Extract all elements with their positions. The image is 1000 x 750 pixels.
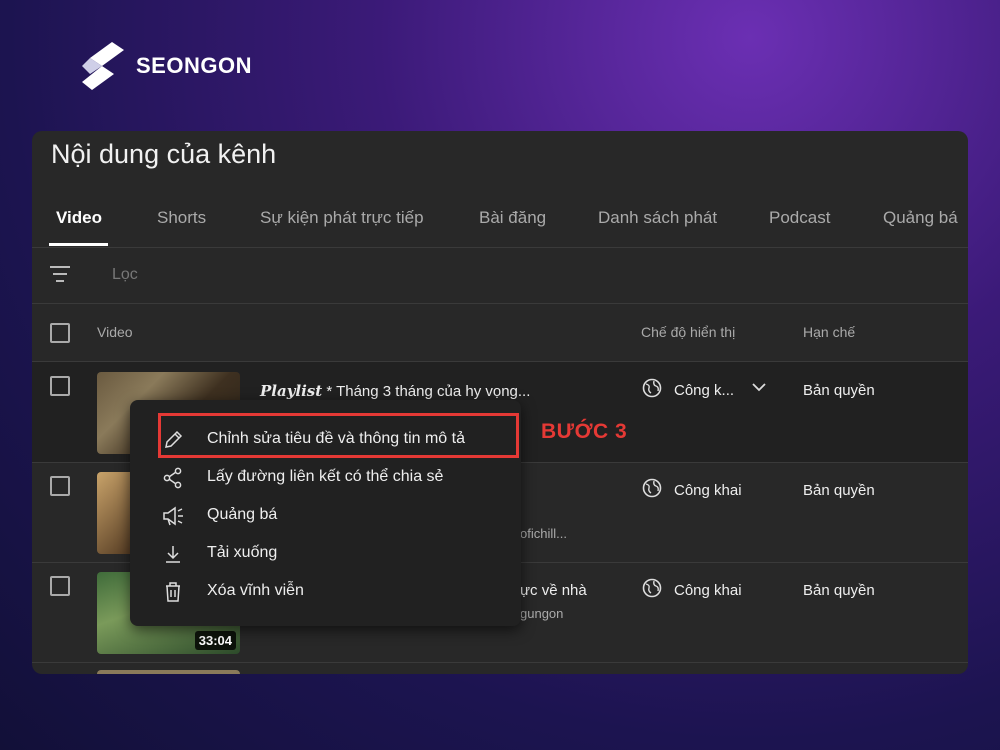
share-icon: [163, 467, 182, 489]
column-video: Video: [97, 324, 133, 340]
video-title[interactable]: Playlist * Tháng 3 tháng của hy vọng...: [260, 382, 530, 400]
row-checkbox[interactable]: [50, 576, 70, 596]
menu-item-share-link[interactable]: Lấy đường liên kết có thể chia sẻ: [130, 458, 521, 496]
restriction-text[interactable]: Bản quyền: [803, 482, 875, 499]
tab-shorts[interactable]: Shorts: [157, 208, 206, 228]
filter-bar: Lọc: [32, 248, 968, 304]
menu-item-label: Lấy đường liên kết có thể chia sẻ: [207, 468, 444, 485]
tab-promotions[interactable]: Quảng bá: [883, 208, 958, 228]
menu-item-delete[interactable]: Xóa vĩnh viễn: [130, 572, 521, 610]
visibility-dropdown[interactable]: Công k...: [674, 382, 734, 399]
video-title[interactable]: ực về nhà: [520, 582, 587, 599]
active-tab-indicator: [49, 243, 108, 246]
video-title-text: * Tháng 3 tháng của hy vọng...: [322, 383, 531, 400]
column-restrictions[interactable]: Hạn chế: [803, 324, 855, 340]
restriction-text[interactable]: Bản quyền: [803, 582, 875, 599]
menu-item-label: Xóa vĩnh viễn: [207, 582, 304, 599]
video-description: ofichill...: [520, 526, 567, 541]
tab-live[interactable]: Sự kiện phát trực tiếp: [260, 208, 424, 228]
page-title: Nội dung của kênh: [51, 139, 277, 169]
chevron-down-icon[interactable]: [752, 382, 766, 392]
video-description: gungon: [520, 606, 564, 621]
video-title-prefix: Playlist: [260, 382, 323, 400]
tab-video[interactable]: Video: [56, 208, 102, 228]
menu-item-promote[interactable]: Quảng bá: [130, 496, 521, 534]
step-label: BƯỚC 3: [541, 420, 628, 443]
menu-item-label: Tải xuống: [207, 544, 278, 561]
megaphone-icon: [163, 506, 183, 526]
table-row[interactable]: [32, 662, 968, 674]
menu-item-download[interactable]: Tải xuống: [130, 534, 521, 572]
tab-podcast[interactable]: Podcast: [769, 208, 830, 228]
visibility-dropdown[interactable]: Công khai: [674, 582, 742, 599]
select-all-checkbox[interactable]: [50, 323, 70, 343]
visibility-dropdown[interactable]: Công khai: [674, 482, 742, 499]
tab-playlists[interactable]: Danh sách phát: [598, 208, 717, 228]
row-checkbox[interactable]: [50, 376, 70, 396]
seongon-logo: SEONGON: [78, 36, 252, 96]
menu-item-label: Quảng bá: [207, 506, 278, 523]
globe-icon: [642, 578, 662, 598]
restriction-text[interactable]: Bản quyền: [803, 382, 875, 399]
step-highlight-box: [158, 413, 519, 458]
seongon-logo-icon: [82, 42, 124, 90]
brand-name: SEONGON: [136, 53, 252, 78]
video-thumbnail[interactable]: [97, 670, 240, 674]
row-checkbox[interactable]: [50, 476, 70, 496]
download-icon: [166, 546, 180, 563]
globe-icon: [642, 478, 662, 498]
tab-posts[interactable]: Bài đăng: [479, 208, 546, 228]
table-header: Video Chế độ hiển thị Hạn chế: [32, 303, 968, 362]
column-visibility[interactable]: Chế độ hiển thị: [641, 324, 735, 340]
video-duration: 33:04: [194, 631, 236, 650]
globe-icon: [642, 378, 662, 398]
tab-bar: Video Shorts Sự kiện phát trực tiếp Bài …: [32, 191, 968, 248]
trash-icon: [166, 582, 180, 602]
filter-icon[interactable]: [50, 266, 70, 284]
filter-input[interactable]: Lọc: [112, 266, 138, 284]
